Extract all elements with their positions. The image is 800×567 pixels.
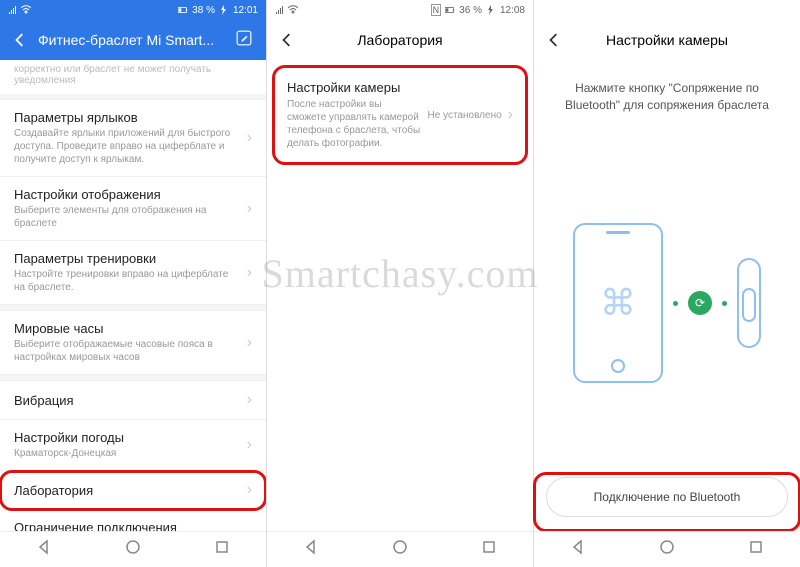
charging-icon (486, 5, 496, 15)
row-workout[interactable]: Параметры тренировкиНастройте тренировки… (0, 241, 266, 305)
edit-button[interactable] (236, 30, 256, 50)
row-camera-settings[interactable]: Настройки камеры После настройки вы смож… (273, 66, 527, 164)
status-bar: N 36 % 12:08 (267, 0, 533, 20)
charging-icon (219, 5, 229, 15)
nav-bar (267, 531, 533, 567)
wifi-icon (288, 5, 298, 15)
chevron-right-icon: › (247, 391, 252, 409)
header-title: Лаборатория (297, 32, 503, 48)
bluetooth-button-highlight: Подключение по Bluetooth (534, 473, 800, 531)
header-title: Настройки камеры (564, 32, 770, 48)
nav-home[interactable] (392, 539, 408, 560)
back-button[interactable] (277, 30, 297, 50)
row-worldclock[interactable]: Мировые часыВыберите отображаемые часовы… (0, 311, 266, 375)
instruction-text: Нажмите кнопку "Сопряжение по Bluetooth"… (534, 60, 800, 134)
chevron-right-icon: › (247, 129, 252, 147)
battery-text: 36 % (459, 5, 482, 16)
phone-1: 38 % 12:01 Фитнес-браслет Mi Smart... ко… (0, 0, 267, 567)
nav-recent[interactable] (481, 539, 497, 560)
chevron-right-icon: › (247, 334, 252, 352)
time: 12:08 (500, 5, 525, 16)
nav-recent[interactable] (748, 539, 764, 560)
status-bar: 38 % 12:01 (0, 0, 266, 20)
nav-home[interactable] (659, 539, 675, 560)
bluetooth-icon: ⌘ (600, 282, 636, 324)
battery-icon (445, 5, 455, 15)
chevron-right-icon: › (247, 200, 252, 218)
battery-icon (178, 5, 188, 15)
chevron-right-icon: › (247, 526, 252, 531)
faded-text: корректно или браслет не может получать … (0, 60, 266, 94)
nav-back[interactable] (36, 539, 52, 560)
sync-icon: ⟳ (688, 291, 712, 315)
phone-3: . Настройки камеры Нажмите кнопку "Сопря… (534, 0, 800, 567)
nav-recent[interactable] (214, 539, 230, 560)
wifi-icon (21, 5, 31, 15)
row-display[interactable]: Настройки отображенияВыберите элементы д… (0, 177, 266, 241)
time: 12:01 (233, 5, 258, 16)
status-value: Не установлено (428, 110, 502, 121)
chevron-right-icon: › (247, 481, 252, 499)
nav-home[interactable] (125, 539, 141, 560)
band-icon (737, 258, 761, 348)
nav-back[interactable] (570, 539, 586, 560)
chevron-right-icon: › (508, 106, 513, 124)
header: Фитнес-браслет Mi Smart... (0, 20, 266, 60)
battery-text: 38 % (192, 5, 215, 16)
connect-bluetooth-button[interactable]: Подключение по Bluetooth (546, 477, 788, 517)
row-weather[interactable]: Настройки погодыКраматорск-Донецкая › (0, 420, 266, 471)
nav-bar (534, 531, 800, 567)
header: Настройки камеры (534, 20, 800, 60)
nfc-icon: N (431, 4, 442, 16)
nav-back[interactable] (303, 539, 319, 560)
chevron-right-icon: › (247, 264, 252, 282)
settings-list: корректно или браслет не может получать … (0, 60, 266, 531)
chevron-right-icon: › (247, 436, 252, 454)
header: Лаборатория (267, 20, 533, 60)
row-laboratory[interactable]: Лаборатория › (0, 471, 266, 510)
row-connection-limit[interactable]: Ограничение подключенияОткл › (0, 510, 266, 531)
back-button[interactable] (544, 30, 564, 50)
nav-bar (0, 531, 266, 567)
row-vibration[interactable]: Вибрация › (0, 381, 266, 420)
header-title: Фитнес-браслет Mi Smart... (38, 32, 236, 48)
pairing-illustration: ⌘ ⟳ (534, 134, 800, 473)
back-button[interactable] (10, 30, 30, 50)
signal-icon (275, 5, 285, 15)
phone-2: N 36 % 12:08 Лаборатория Настройки камер… (267, 0, 534, 567)
signal-icon (8, 5, 18, 15)
phone-icon: ⌘ (573, 223, 663, 383)
row-shortcuts[interactable]: Параметры ярлыковСоздавайте ярлыки прило… (0, 100, 266, 177)
